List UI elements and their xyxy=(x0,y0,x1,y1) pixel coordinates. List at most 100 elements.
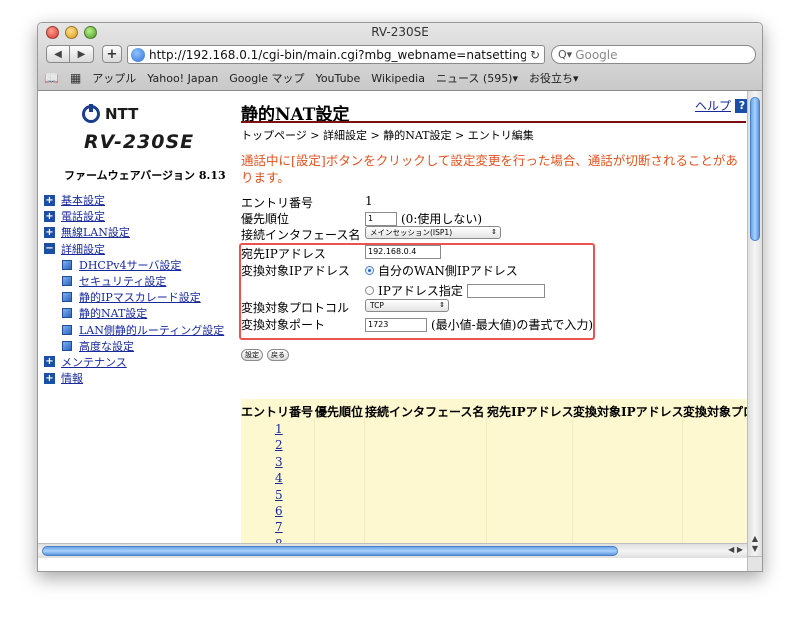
back-form-button[interactable]: 戻る xyxy=(267,349,289,361)
highlight-box xyxy=(239,243,595,340)
bookmark-item[interactable]: お役立ち▾ xyxy=(529,70,579,86)
sidebar-item-label[interactable]: 基本設定 xyxy=(61,192,105,208)
page-icon xyxy=(62,276,72,287)
interface-select[interactable]: メインセッション(ISP1) ⇕ xyxy=(365,226,501,239)
sidebar-subitem-label[interactable]: 静的IPマスカレード設定 xyxy=(79,289,201,305)
sidebar-item-info[interactable]: + 情報 xyxy=(44,370,224,386)
sidebar-item-phone[interactable]: + 電話設定 xyxy=(44,208,224,224)
table-header: エントリ番号 優先順位 接続インタフェース名 宛先IPアドレス 変換対象IPアド… xyxy=(241,403,749,420)
sidebar-item-label[interactable]: 情報 xyxy=(61,370,83,386)
page-content: NTT RV-230SE ファームウェアバージョン 8.13 + 基本設定 + … xyxy=(38,91,749,558)
bookmark-item[interactable]: YouTube xyxy=(316,72,361,85)
collapse-minus-icon[interactable]: − xyxy=(44,243,55,255)
sidebar-subitem-static-nat[interactable]: 静的NAT設定 xyxy=(44,305,224,321)
horizontal-scroll-thumb[interactable] xyxy=(42,546,618,556)
column-divider xyxy=(486,418,487,558)
select-arrows-icon: ⇕ xyxy=(491,228,497,236)
page-icon xyxy=(62,324,72,335)
sidebar-subitem-label[interactable]: LAN側静的ルーティング設定 xyxy=(79,322,224,338)
sidebar-subitem-label[interactable]: セキュリティ設定 xyxy=(79,273,166,289)
priority-input[interactable]: 1 xyxy=(365,211,397,226)
address-bar[interactable]: http://192.168.0.1/cgi-bin/main.cgi?mbg_… xyxy=(127,45,545,64)
expand-plus-icon[interactable]: + xyxy=(44,372,55,384)
sidebar-item-basic[interactable]: + 基本設定 xyxy=(44,192,224,208)
sidebar-subitem-label[interactable]: 高度な設定 xyxy=(79,338,134,354)
resize-corner[interactable] xyxy=(747,556,762,571)
grid-icon[interactable]: ▦ xyxy=(70,71,81,85)
sidebar-subitem-dhcp[interactable]: DHCPv4サーバ設定 xyxy=(44,257,224,273)
sidebar-subitem-static-masquerade[interactable]: 静的IPマスカレード設定 xyxy=(44,289,224,305)
bookmarks-bar: 📖 ▦ アップル Yahoo! Japan Google マップ YouTube… xyxy=(44,69,579,87)
sidebar-item-label[interactable]: 電話設定 xyxy=(61,208,105,224)
bookmark-item[interactable]: アップル xyxy=(92,70,136,86)
model-name: RV-230SE xyxy=(84,131,195,153)
vertical-scroll-thumb[interactable] xyxy=(750,97,760,241)
sidebar-menu: + 基本設定 + 電話設定 + 無線LAN設定 − 詳細設定 DHCPv4サーバ… xyxy=(44,192,224,386)
add-bookmark-button[interactable]: + xyxy=(102,45,122,63)
sidebar-item-advanced[interactable]: − 詳細設定 xyxy=(44,241,224,257)
browser-toolbar: RV-230SE ◀ ▶ + http://192.168.0.1/cgi-bi… xyxy=(38,23,762,91)
form-buttons: 設定 戻る xyxy=(241,349,289,361)
search-placeholder: Google xyxy=(575,47,618,62)
horizontal-scrollbar[interactable]: ◀ ▶ xyxy=(38,543,749,558)
table-row-link[interactable]: 2 xyxy=(275,437,290,453)
sidebar-item-label[interactable]: 無線LAN設定 xyxy=(61,224,130,240)
page-icon xyxy=(62,259,72,270)
column-divider xyxy=(682,418,683,558)
entry-number-value: 1 xyxy=(365,194,373,208)
scroll-arrows-icon[interactable]: ▲ ▼ xyxy=(750,534,760,554)
priority-hint: (0:使用しない) xyxy=(401,212,483,226)
reload-icon[interactable]: ↻ xyxy=(526,48,544,62)
bookmark-item[interactable]: Yahoo! Japan xyxy=(147,72,218,85)
globe-icon xyxy=(131,47,145,62)
column-divider xyxy=(572,418,573,558)
table-row-link[interactable]: 5 xyxy=(275,487,290,503)
field-label: エントリ番号 xyxy=(241,196,314,210)
sidebar-subitem-lan-routing[interactable]: LAN側静的ルーティング設定 xyxy=(44,322,224,338)
table-row-link[interactable]: 6 xyxy=(275,503,290,519)
warning-message: 通話中に[設定]ボタンをクリックして設定変更を行った場合、通話が切断されることが… xyxy=(241,153,738,185)
url-text[interactable]: http://192.168.0.1/cgi-bin/main.cgi?mbg_… xyxy=(149,48,526,62)
table-row-link[interactable]: 1 xyxy=(275,421,290,437)
column-divider xyxy=(364,418,365,558)
sidebar-subitem-label[interactable]: DHCPv4サーバ設定 xyxy=(79,257,181,273)
open-book-icon[interactable]: 📖 xyxy=(44,71,59,85)
field-label: 優先順位 xyxy=(241,212,290,226)
column-header: 宛先IPアドレス xyxy=(487,405,574,419)
search-field[interactable]: Q▾ Google xyxy=(551,45,756,64)
bookmark-item[interactable]: ニュース (595)▾ xyxy=(436,70,518,86)
sidebar-item-label[interactable]: 詳細設定 xyxy=(61,241,105,257)
sidebar-subitem-security[interactable]: セキュリティ設定 xyxy=(44,273,224,289)
scroll-arrows-icon[interactable]: ◀ ▶ xyxy=(728,545,743,554)
expand-plus-icon[interactable]: + xyxy=(44,194,55,206)
forward-arrow-icon: ▶ xyxy=(77,48,86,60)
page-icon xyxy=(62,292,72,303)
ntt-mark-icon xyxy=(82,104,100,123)
bookmark-item[interactable]: Google マップ xyxy=(229,70,304,86)
expand-plus-icon[interactable]: + xyxy=(44,210,55,222)
interface-select-value: メインセッション(ISP1) xyxy=(370,228,453,237)
expand-plus-icon[interactable]: + xyxy=(44,226,55,238)
sidebar-subitem-label[interactable]: 静的NAT設定 xyxy=(79,305,147,321)
apply-button[interactable]: 設定 xyxy=(241,349,263,361)
brand-name: NTT xyxy=(105,105,139,123)
help-link[interactable]: ヘルプ ? xyxy=(695,97,749,114)
nav-buttons: ◀ ▶ xyxy=(46,45,94,63)
bookmark-item[interactable]: Wikipedia xyxy=(371,72,425,85)
expand-plus-icon[interactable]: + xyxy=(44,356,55,368)
search-icon: Q▾ xyxy=(558,48,573,61)
help-label[interactable]: ヘルプ xyxy=(695,97,731,114)
forward-button[interactable]: ▶ xyxy=(70,45,94,63)
back-button[interactable]: ◀ xyxy=(46,45,70,63)
field-label: 接続インタフェース名 xyxy=(241,228,361,242)
sidebar-item-label[interactable]: メンテナンス xyxy=(61,354,127,370)
table-rows: 1 2 3 4 5 6 7 8 9 10 xyxy=(275,421,290,558)
table-row-link[interactable]: 3 xyxy=(275,454,290,470)
column-header: 変換対象プロ xyxy=(683,405,749,419)
sidebar-item-maintenance[interactable]: + メンテナンス xyxy=(44,354,224,370)
vertical-scrollbar[interactable]: ▲ ▼ xyxy=(747,91,762,558)
sidebar-subitem-advanced-settings[interactable]: 高度な設定 xyxy=(44,338,224,354)
sidebar-item-wlan[interactable]: + 無線LAN設定 xyxy=(44,224,224,240)
table-row-link[interactable]: 7 xyxy=(275,519,290,535)
table-row-link[interactable]: 4 xyxy=(275,470,290,486)
